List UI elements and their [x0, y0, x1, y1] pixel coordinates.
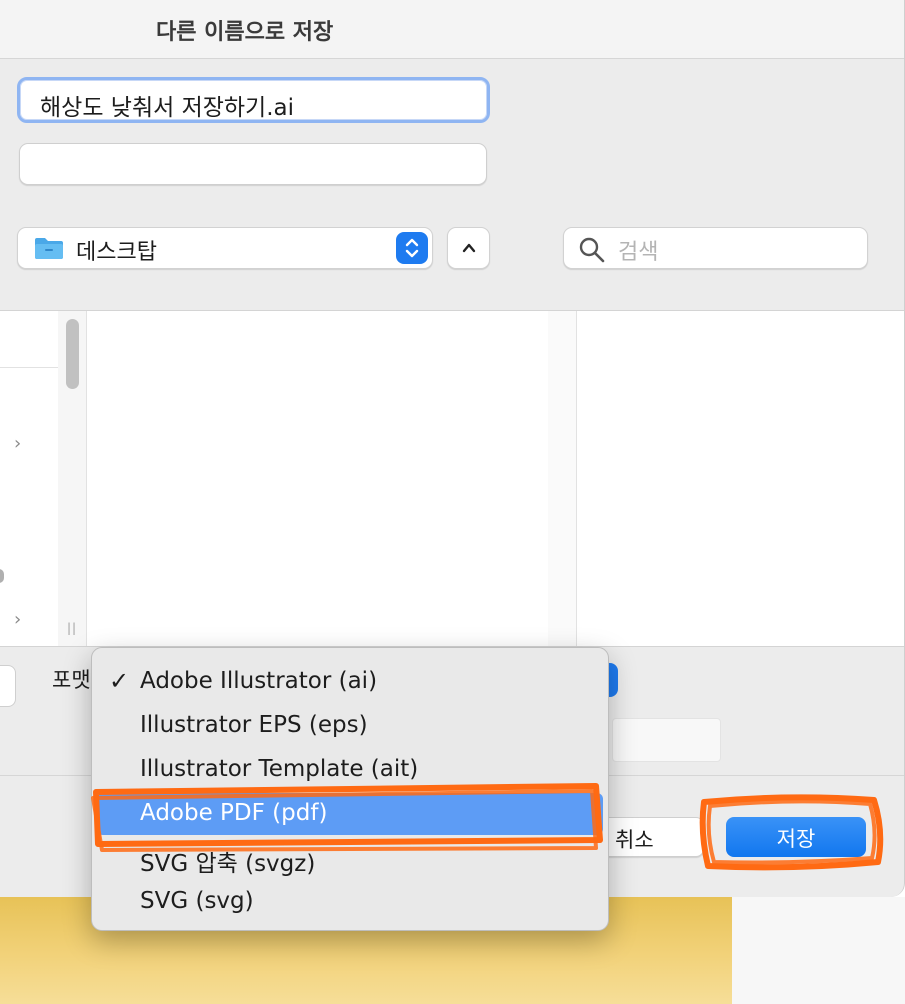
menu-item-pdf[interactable]: Adobe PDF (pdf)	[97, 793, 603, 835]
scroll-indicator	[0, 569, 4, 583]
browser-column-3[interactable]	[577, 311, 904, 646]
column-divider	[0, 367, 58, 368]
search-field[interactable]: 검색	[563, 227, 868, 269]
tags-field[interactable]	[19, 143, 487, 185]
menu-item-ai[interactable]: ✓ Adobe Illustrator (ai)	[97, 661, 603, 703]
menu-item-svg[interactable]: SVG (svg)	[97, 881, 603, 923]
column-resize-handle[interactable]: ||	[67, 621, 77, 635]
menu-item-label: Adobe PDF (pdf)	[140, 800, 328, 826]
cancel-button[interactable]: 취소	[596, 817, 704, 857]
file-browser: › › ||	[0, 310, 904, 647]
options-field[interactable]	[612, 718, 721, 762]
save-button[interactable]: 저장	[726, 817, 866, 857]
search-icon	[579, 237, 605, 263]
chevron-right-icon[interactable]: ›	[14, 609, 21, 630]
format-menu: ✓ Adobe Illustrator (ai) Illustrator EPS…	[91, 647, 609, 931]
search-placeholder: 검색	[618, 240, 659, 265]
save-label: 저장	[776, 827, 816, 851]
hidden-extension-control[interactable]	[0, 665, 16, 707]
location-label: 데스크탑	[76, 240, 157, 265]
menu-item-label: Illustrator EPS (eps)	[140, 712, 368, 738]
format-label: 포맷	[52, 668, 91, 692]
filename-field[interactable]: 해상도 낮춰서 저장하기.ai	[17, 77, 490, 123]
chevron-updown-icon	[396, 232, 428, 264]
chevron-up-icon	[462, 243, 476, 253]
dialog-title-bar: 다른 이름으로 저장	[0, 0, 904, 59]
expand-collapse-button[interactable]	[447, 227, 490, 269]
menu-item-eps[interactable]: Illustrator EPS (eps)	[97, 705, 603, 747]
menu-item-svgz[interactable]: SVG 압축 (svgz)	[97, 837, 603, 879]
menu-item-label: Illustrator Template (ait)	[140, 756, 419, 782]
cancel-label: 취소	[615, 828, 654, 852]
column-scrollbar[interactable]: ||	[58, 311, 87, 646]
column-scrollbar[interactable]	[548, 311, 577, 646]
dialog-title: 다른 이름으로 저장	[156, 20, 334, 45]
background-canvas	[732, 897, 905, 1004]
menu-item-label: SVG 압축 (svgz)	[140, 851, 316, 877]
location-select[interactable]: 데스크탑	[17, 227, 433, 269]
browser-column-2[interactable]	[87, 311, 549, 646]
menu-item-label: SVG (svg)	[140, 888, 254, 914]
menu-item-label: Adobe Illustrator (ai)	[140, 668, 378, 694]
scrollbar-thumb[interactable]	[66, 319, 79, 389]
folder-icon	[35, 238, 63, 259]
menu-item-ait[interactable]: Illustrator Template (ait)	[97, 749, 603, 791]
filename-value: 해상도 낮춰서 저장하기.ai	[40, 95, 295, 121]
chevron-right-icon[interactable]: ›	[14, 433, 21, 454]
checkmark-icon: ✓	[109, 667, 130, 695]
browser-column-1[interactable]: › ›	[0, 311, 59, 646]
